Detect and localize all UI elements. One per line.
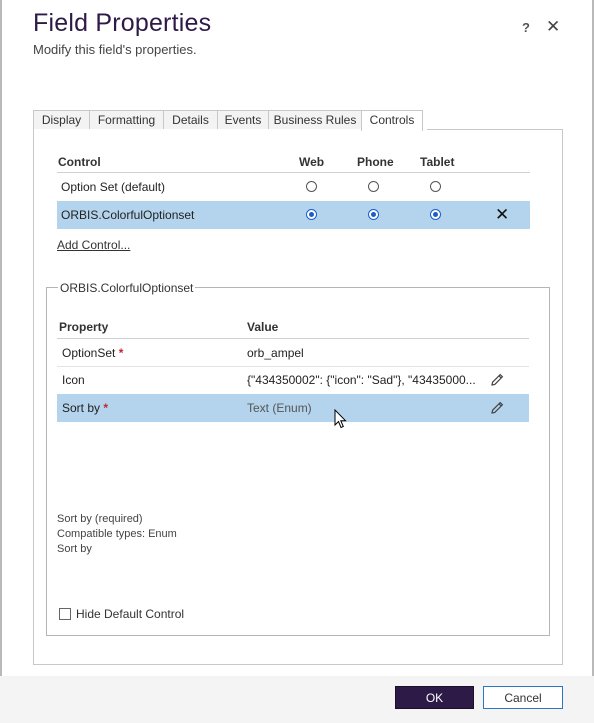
column-header-value: Value <box>247 320 279 334</box>
required-marker: * <box>118 346 124 360</box>
tablet-radio[interactable] <box>430 209 441 220</box>
edit-pencil-icon[interactable] <box>489 400 505 416</box>
ok-button[interactable]: OK <box>395 686 474 709</box>
tab-events[interactable]: Events <box>217 110 269 129</box>
help-icon[interactable]: ? <box>522 20 530 35</box>
control-row-option-set[interactable]: Option Set (default) <box>57 173 530 201</box>
phone-radio[interactable] <box>368 181 379 192</box>
property-value: Text (Enum) <box>247 401 312 415</box>
column-header-property: Property <box>59 320 109 334</box>
property-description-text: Sort by <box>57 543 92 555</box>
property-value: {"434350002": {"icon": "Sad"}, "43435000… <box>247 373 476 387</box>
edit-pencil-icon[interactable] <box>489 372 505 388</box>
property-description-title: Sort by (required) <box>57 513 143 525</box>
dialog-left-edge <box>0 0 2 723</box>
property-name-cell: OptionSet * <box>62 339 123 367</box>
properties-table-header: Property Value <box>57 313 529 341</box>
hide-default-control-label: Hide Default Control <box>76 607 185 621</box>
property-row-optionset[interactable]: OptionSet * orb_ampel <box>57 339 529 367</box>
property-row-icon[interactable]: Icon {"434350002": {"icon": "Sad"}, "434… <box>57 366 529 394</box>
tab-bar: Display Formatting Details Events Busine… <box>33 110 423 131</box>
property-name: Sort by <box>62 401 101 415</box>
control-row-colorful-optionset[interactable]: ORBIS.ColorfulOptionset ✕ <box>57 201 530 229</box>
tab-formatting[interactable]: Formatting <box>89 110 164 129</box>
property-row-sort-by[interactable]: Sort by * Text (Enum) <box>57 394 529 422</box>
hide-default-control-checkbox[interactable] <box>59 608 71 620</box>
property-name: OptionSet <box>62 346 116 360</box>
control-name: Option Set (default) <box>61 180 166 194</box>
web-radio[interactable] <box>306 181 317 192</box>
property-name-cell: Sort by * <box>62 394 108 422</box>
field-properties-dialog: Field Properties Modify this field's pro… <box>0 0 594 723</box>
tab-display[interactable]: Display <box>33 110 90 129</box>
required-marker: * <box>103 401 109 415</box>
cancel-button[interactable]: Cancel <box>483 686 563 709</box>
mouse-cursor-icon <box>334 409 347 429</box>
dialog-subtitle: Modify this field's properties. <box>33 42 197 57</box>
property-value: orb_ampel <box>247 346 304 360</box>
tab-panel-top-border <box>427 129 563 130</box>
tablet-radio[interactable] <box>430 181 441 192</box>
dialog-title: Field Properties <box>33 9 212 37</box>
remove-control-icon[interactable]: ✕ <box>495 205 509 225</box>
tab-details[interactable]: Details <box>163 110 218 129</box>
property-description-types: Compatible types: Enum <box>57 528 177 540</box>
tab-controls[interactable]: Controls <box>361 110 423 131</box>
phone-radio[interactable] <box>368 209 379 220</box>
tab-business-rules[interactable]: Business Rules <box>268 110 362 129</box>
web-radio[interactable] <box>306 209 317 220</box>
fieldset-legend: ORBIS.ColorfulOptionset <box>58 281 196 295</box>
add-control-link[interactable]: Add Control... <box>57 238 130 252</box>
close-icon[interactable]: ✕ <box>546 17 560 37</box>
control-name: ORBIS.ColorfulOptionset <box>61 208 195 222</box>
property-name: Icon <box>62 373 85 387</box>
